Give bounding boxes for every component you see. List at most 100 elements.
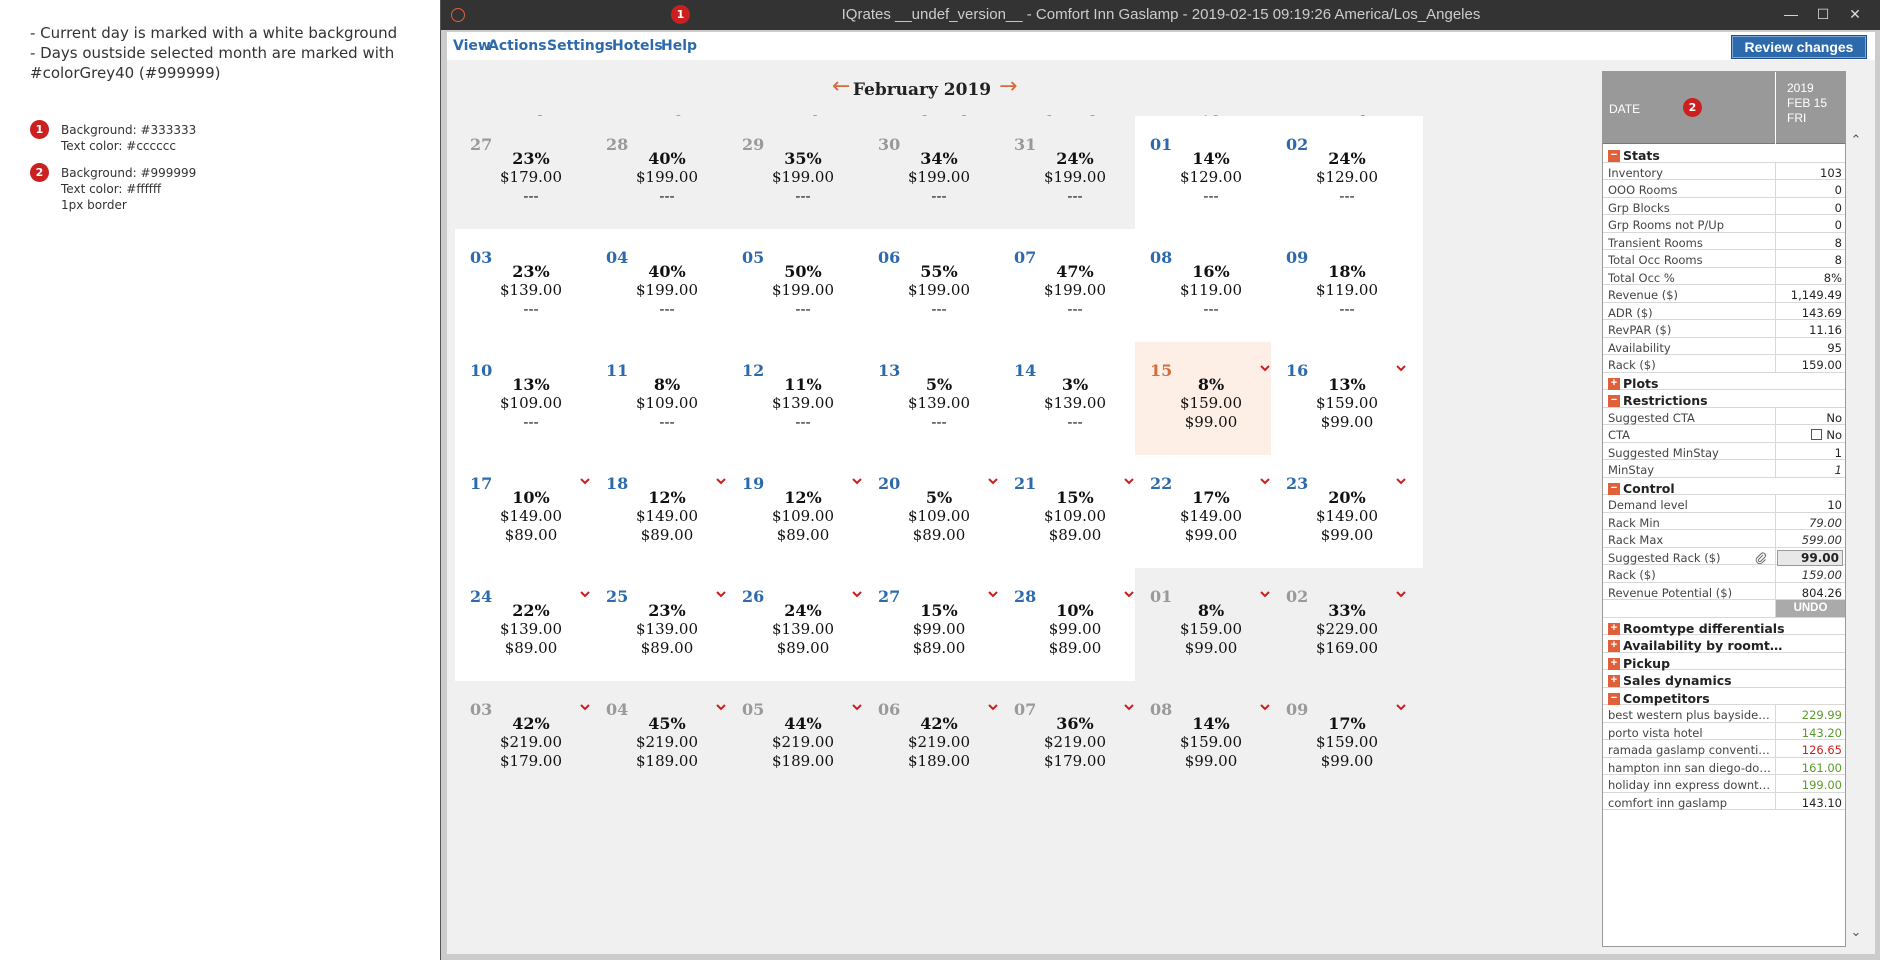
collapse-icon[interactable]: − xyxy=(1608,395,1620,407)
scroll-down-icon[interactable]: ⌄ xyxy=(1849,924,1863,940)
calendar-day-cell[interactable]: 06 42% $219.00 $189.00 xyxy=(863,681,1015,805)
chevron-down-icon[interactable] xyxy=(1123,586,1135,598)
panel-row[interactable]: − Control xyxy=(1603,478,1845,496)
calendar-day-cell[interactable]: 22 17% $149.00 $99.00 xyxy=(1135,455,1287,579)
calendar-day-cell[interactable]: 31 24% $199.00 --- xyxy=(999,116,1151,240)
chevron-down-icon[interactable] xyxy=(987,699,999,711)
expand-icon[interactable]: + xyxy=(1608,640,1620,652)
chevron-down-icon[interactable] xyxy=(851,586,863,598)
calendar-day-cell[interactable]: 02 24% $129.00 --- xyxy=(1271,116,1423,240)
calendar-day-cell[interactable]: 08 14% $159.00 $99.00 xyxy=(1135,681,1287,805)
calendar-day-cell[interactable]: 12 11% $139.00 --- xyxy=(727,342,879,466)
chevron-down-icon[interactable] xyxy=(1123,473,1135,485)
calendar-day-cell[interactable]: 06 55% $199.00 --- xyxy=(863,229,1015,353)
chevron-down-icon[interactable] xyxy=(715,586,727,598)
calendar-day-cell[interactable]: 05 50% $199.00 --- xyxy=(727,229,879,353)
calendar-day-cell[interactable]: 27 15% $99.00 $89.00 xyxy=(863,568,1015,692)
chevron-down-icon[interactable] xyxy=(1395,473,1407,485)
calendar-day-cell[interactable]: 09 17% $159.00 $99.00 xyxy=(1271,681,1423,805)
calendar-day-cell[interactable]: 14 3% $139.00 --- xyxy=(999,342,1151,466)
calendar-day-cell[interactable]: 07 47% $199.00 --- xyxy=(999,229,1151,353)
calendar-day-cell[interactable]: 10 13% $109.00 --- xyxy=(455,342,607,466)
calendar-day-cell[interactable]: 24 22% $139.00 $89.00 xyxy=(455,568,607,692)
chevron-down-icon[interactable] xyxy=(851,699,863,711)
suggested-rack-input[interactable]: 99.00 xyxy=(1777,549,1843,566)
panel-row[interactable]: − Stats xyxy=(1603,145,1845,163)
calendar-day-cell[interactable]: 03 42% $219.00 $179.00 xyxy=(455,681,607,805)
collapse-icon[interactable]: − xyxy=(1608,482,1620,495)
calendar-day-cell[interactable]: 02 33% $229.00 $169.00 xyxy=(1271,568,1423,692)
calendar-day-cell[interactable]: 05 44% $219.00 $189.00 xyxy=(727,681,879,805)
calendar-day-cell[interactable]: 17 10% $149.00 $89.00 xyxy=(455,455,607,579)
chevron-down-icon[interactable] xyxy=(1395,699,1407,711)
calendar-day-cell[interactable]: 28 40% $199.00 --- xyxy=(591,116,743,240)
expand-icon[interactable]: + xyxy=(1608,675,1620,687)
chevron-down-icon[interactable] xyxy=(1123,699,1135,711)
chevron-down-icon[interactable] xyxy=(1259,360,1271,372)
panel-row[interactable]: − Competitors xyxy=(1603,688,1845,706)
panel-row[interactable]: + Roomtype differentials xyxy=(1603,618,1845,636)
calendar-day-cell[interactable]: 01 8% $159.00 $99.00 xyxy=(1135,568,1287,692)
calendar-day-cell[interactable]: 04 40% $199.00 --- xyxy=(591,229,743,353)
calendar-day-cell[interactable]: 11 8% $109.00 --- xyxy=(591,342,743,466)
calendar-day-cell[interactable]: 01 14% $129.00 --- xyxy=(1135,116,1287,240)
chevron-down-icon[interactable] xyxy=(715,699,727,711)
collapse-icon[interactable]: − xyxy=(1608,150,1620,162)
calendar-day-cell[interactable]: 13 5% $139.00 --- xyxy=(863,342,1015,466)
calendar-day-cell[interactable]: 29 35% $199.00 --- xyxy=(727,116,879,240)
calendar-day-cell[interactable]: 08 16% $119.00 --- xyxy=(1135,229,1287,353)
chevron-down-icon[interactable] xyxy=(987,586,999,598)
menu-help[interactable]: Help xyxy=(661,38,697,54)
review-changes-button[interactable]: Review changes xyxy=(1731,35,1867,59)
panel-row[interactable]: CTA No xyxy=(1603,425,1845,443)
chevron-down-icon[interactable] xyxy=(1259,699,1271,711)
menu-hotels[interactable]: Hotels xyxy=(612,38,663,54)
calendar-day-cell[interactable]: 26 24% $139.00 $89.00 xyxy=(727,568,879,692)
maximize-icon[interactable]: ☐ xyxy=(1807,2,1839,26)
calendar-day-cell[interactable]: 27 23% $179.00 --- xyxy=(455,116,607,240)
calendar-day-cell[interactable]: 20 5% $109.00 $89.00 xyxy=(863,455,1015,579)
chevron-down-icon[interactable] xyxy=(851,473,863,485)
calendar-day-cell[interactable]: 09 18% $119.00 --- xyxy=(1271,229,1423,353)
menu-view[interactable]: View xyxy=(453,38,491,54)
calendar-day-cell[interactable]: 19 12% $109.00 $89.00 xyxy=(727,455,879,579)
chevron-down-icon[interactable] xyxy=(579,473,591,485)
calendar-day-cell[interactable]: 18 12% $149.00 $89.00 xyxy=(591,455,743,579)
panel-row[interactable]: Suggested Rack ($) 99.00 xyxy=(1603,547,1845,566)
calendar-day-cell[interactable]: 16 13% $159.00 $99.00 xyxy=(1271,342,1423,466)
menu-settings[interactable]: Settings xyxy=(547,38,613,54)
panel-row[interactable]: + Sales dynamics xyxy=(1603,670,1845,688)
close-icon[interactable]: ✕ xyxy=(1839,2,1871,26)
chevron-down-icon[interactable] xyxy=(579,586,591,598)
calendar-day-cell[interactable]: 15 8% $159.00 $99.00 xyxy=(1135,342,1287,466)
chevron-down-icon[interactable] xyxy=(1259,473,1271,485)
calendar-day-cell[interactable]: 07 36% $219.00 $179.00 xyxy=(999,681,1151,805)
chevron-down-icon[interactable] xyxy=(1259,586,1271,598)
expand-icon[interactable]: + xyxy=(1608,377,1620,390)
calendar-day-cell[interactable]: 25 23% $139.00 $89.00 xyxy=(591,568,743,692)
paperclip-icon[interactable] xyxy=(1755,551,1767,565)
expand-icon[interactable]: + xyxy=(1608,657,1620,670)
minimize-icon[interactable]: — xyxy=(1775,2,1807,26)
calendar-day-cell[interactable]: 04 45% $219.00 $189.00 xyxy=(591,681,743,805)
calendar-day-cell[interactable]: 30 34% $199.00 --- xyxy=(863,116,1015,240)
chevron-down-icon[interactable] xyxy=(579,699,591,711)
calendar-day-cell[interactable]: 21 15% $109.00 $89.00 xyxy=(999,455,1151,579)
panel-row[interactable]: + Plots xyxy=(1603,373,1845,391)
next-month-arrow-icon[interactable]: → xyxy=(999,74,1017,99)
cta-checkbox[interactable]: No xyxy=(1811,428,1842,442)
panel-row[interactable]: + Pickup xyxy=(1603,653,1845,671)
checkbox-icon[interactable] xyxy=(1811,429,1823,440)
panel-row[interactable]: + Availability by roomtype xyxy=(1603,635,1845,653)
panel-row[interactable]: UNDO xyxy=(1603,600,1845,618)
calendar-day-cell[interactable]: 23 20% $149.00 $99.00 xyxy=(1271,455,1423,579)
chevron-down-icon[interactable] xyxy=(987,473,999,485)
scroll-up-icon[interactable]: ⌃ xyxy=(1849,132,1863,148)
chevron-down-icon[interactable] xyxy=(715,473,727,485)
collapse-icon[interactable]: − xyxy=(1608,692,1620,705)
menu-actions[interactable]: Actions xyxy=(488,38,547,54)
chevron-down-icon[interactable] xyxy=(1395,586,1407,598)
calendar-day-cell[interactable]: 03 23% $139.00 --- xyxy=(455,229,607,353)
chevron-down-icon[interactable] xyxy=(1395,360,1407,372)
calendar-day-cell[interactable]: 28 10% $99.00 $89.00 xyxy=(999,568,1151,692)
